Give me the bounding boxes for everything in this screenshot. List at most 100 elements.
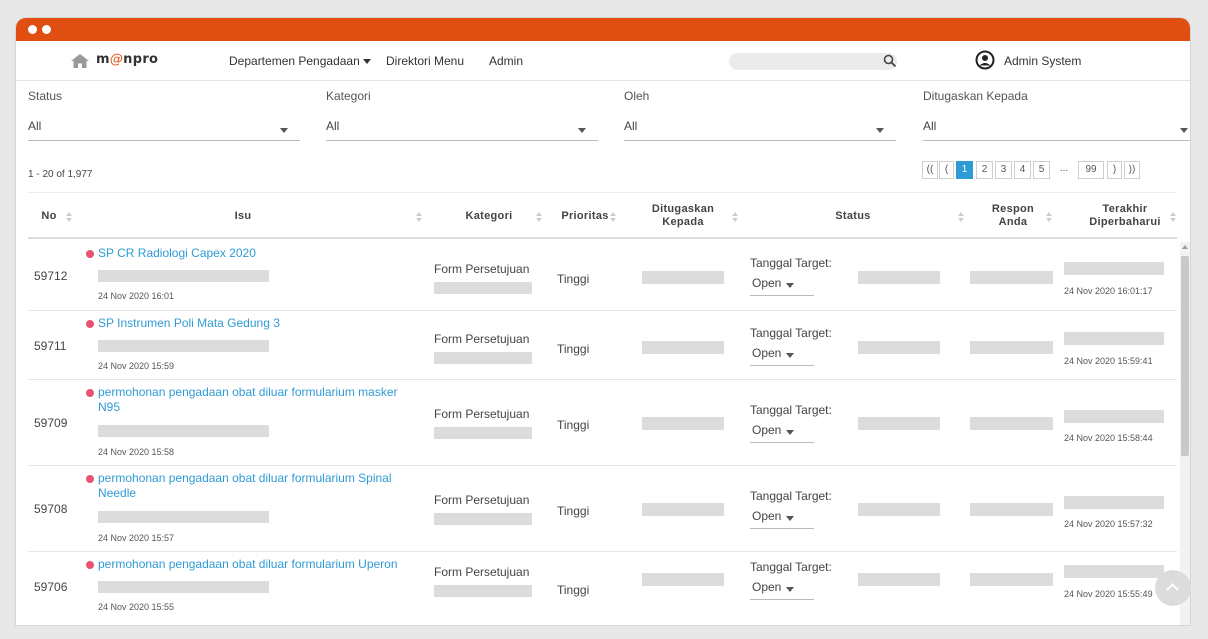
department-dropdown[interactable]: Departemen Pengadaan (229, 54, 371, 68)
column-header-terakhir[interactable]: Terakhir Diperbaharui (1080, 193, 1170, 239)
manpro-logo[interactable]: m@npro (96, 52, 158, 67)
table-row[interactable]: 59711 SP Instrumen Poli Mata Gedung 3 24… (28, 311, 1177, 380)
prioritas-value: Tinggi (557, 342, 590, 356)
status-value: Open (752, 580, 782, 594)
header-line: Terakhir (1102, 203, 1148, 215)
table-row[interactable]: 59708 permohonan pengadaan obat diluar f… (28, 466, 1177, 552)
column-header-status[interactable]: Status (828, 193, 878, 239)
redacted-assignee (642, 573, 724, 586)
prioritas-value: Tinggi (557, 583, 590, 597)
column-header-no[interactable]: No (34, 193, 64, 239)
status-select[interactable]: Open (750, 423, 814, 443)
status-select[interactable]: All (28, 117, 300, 141)
column-header-isu[interactable]: Isu (228, 193, 258, 239)
status-select[interactable]: Open (750, 346, 814, 366)
admin-link[interactable]: Admin (489, 54, 523, 68)
scroll-up-arrow-icon[interactable] (1182, 245, 1188, 249)
column-header-ditugaskan[interactable]: Ditugaskan Kepada (642, 193, 724, 239)
sort-icon[interactable] (66, 212, 72, 222)
pager-next-button[interactable]: ) (1107, 161, 1122, 179)
search-input[interactable] (729, 53, 897, 70)
pager-page-button[interactable]: 1 (956, 161, 973, 179)
column-header-respon[interactable]: Respon Anda (983, 193, 1043, 239)
pager-prev-button[interactable]: ( (939, 161, 954, 179)
oleh-select[interactable]: All (624, 117, 896, 141)
table-header: No Isu Kategori Prioritas Ditugaskan Kep… (28, 192, 1177, 239)
target-date-label: Tanggal Target: (750, 326, 832, 340)
caret-down-icon (280, 128, 288, 133)
issue-title-link[interactable]: permohonan pengadaan obat diluar formula… (98, 384, 398, 401)
issue-date: 24 Nov 2020 16:01 (98, 291, 175, 301)
redacted-response (970, 341, 1053, 354)
issue-title-link[interactable]: SP CR Radiologi Capex 2020 (98, 245, 256, 262)
user-circle-icon[interactable] (975, 50, 995, 70)
redacted-response (970, 271, 1053, 284)
user-name[interactable]: Admin System (1004, 54, 1081, 68)
column-header-kategori[interactable]: Kategori (454, 193, 524, 239)
caret-down-icon (876, 128, 884, 133)
sort-icon[interactable] (610, 212, 616, 222)
filter-label: Oleh (624, 89, 650, 103)
status-select[interactable]: Open (750, 580, 814, 600)
issue-title-link[interactable]: SP Instrumen Poli Mata Gedung 3 (98, 315, 280, 332)
top-navbar: m@npro Departemen Pengadaan Direktori Me… (16, 41, 1190, 81)
issue-number: 59712 (34, 269, 68, 283)
pager-page-button[interactable]: 4 (1014, 161, 1031, 179)
redacted-subcategory (434, 282, 532, 294)
window-dot-icon (42, 25, 51, 34)
status-select[interactable]: Open (750, 276, 814, 296)
window-dot-icon (28, 25, 37, 34)
table-row[interactable]: 59706 permohonan pengadaan obat diluar f… (28, 552, 1177, 625)
kategori-value: Form Persetujuan (434, 565, 530, 579)
table-scrollbar[interactable] (1180, 242, 1190, 625)
pager-last-button[interactable]: )) (1124, 161, 1140, 179)
issue-number: 59711 (34, 339, 67, 353)
column-header-prioritas[interactable]: Prioritas (556, 193, 614, 239)
sort-icon[interactable] (416, 212, 422, 222)
chevron-up-icon (1166, 583, 1179, 596)
kategori-value: Form Persetujuan (434, 407, 530, 421)
redacted-updater (1064, 410, 1164, 423)
sort-icon[interactable] (732, 212, 738, 222)
priority-dot-icon (86, 389, 94, 397)
status-select[interactable]: Open (750, 509, 814, 529)
caret-down-icon (578, 128, 586, 133)
sort-icon[interactable] (958, 212, 964, 222)
caret-down-icon (786, 283, 794, 288)
scrollbar-thumb[interactable] (1181, 256, 1189, 456)
caret-down-icon (786, 353, 794, 358)
kategori-value: Form Persetujuan (434, 493, 530, 507)
pager-first-button[interactable]: (( (922, 161, 938, 179)
issue-title-link[interactable]: permohonan pengadaan obat diluar formula… (98, 556, 398, 573)
pager-page-button[interactable]: 99 (1078, 161, 1104, 179)
sort-icon[interactable] (536, 212, 542, 222)
kategori-select[interactable]: All (326, 117, 598, 141)
status-value: Open (752, 276, 782, 290)
table-row[interactable]: 59712 SP CR Radiologi Capex 2020 24 Nov … (28, 241, 1177, 311)
sort-icon[interactable] (1046, 212, 1052, 222)
pager-page-button[interactable]: 3 (995, 161, 1012, 179)
sort-icon[interactable] (1170, 212, 1176, 222)
pager-page-button[interactable]: 5 (1033, 161, 1050, 179)
caret-down-icon (786, 430, 794, 435)
table-row[interactable]: 59709 permohonan pengadaan obat diluar f… (28, 380, 1177, 466)
pager-ellipsis: ... (1053, 161, 1075, 179)
redacted-response (970, 417, 1053, 430)
redacted-response (970, 573, 1053, 586)
pager-page-button[interactable]: 2 (976, 161, 993, 179)
issue-title-link[interactable]: Needle (98, 486, 136, 500)
home-icon[interactable] (70, 53, 90, 69)
search-icon[interactable] (883, 54, 897, 68)
redacted-subcategory (434, 427, 532, 439)
issue-title-link[interactable]: permohonan pengadaan obat diluar formula… (98, 470, 392, 487)
redacted-description (98, 511, 269, 523)
directory-menu-link[interactable]: Direktori Menu (386, 54, 464, 68)
scroll-to-top-button[interactable] (1155, 570, 1191, 606)
issue-date: 24 Nov 2020 15:58 (98, 447, 175, 457)
result-count: 1 - 20 of 1,977 (28, 169, 93, 180)
caret-down-icon (362, 59, 371, 65)
issue-title-link[interactable]: N95 (98, 400, 120, 414)
redacted-description (98, 425, 269, 437)
ditugaskan-select[interactable]: All (923, 117, 1190, 141)
redacted-status-detail (858, 417, 940, 430)
